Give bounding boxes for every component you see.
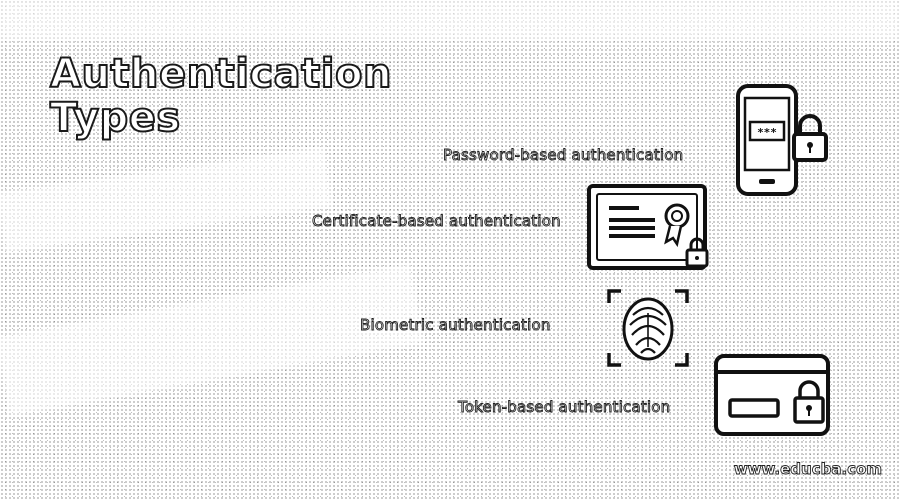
background-band xyxy=(0,0,900,40)
phone-lock-icon: *** xyxy=(736,84,828,196)
certificate-icon xyxy=(587,184,709,270)
slide-canvas: Authentication Types Password-based auth… xyxy=(0,0,900,500)
svg-text:***: *** xyxy=(757,126,777,139)
page-title: Authentication Types xyxy=(49,51,392,141)
password-auth-label: Password-based authentication xyxy=(443,146,684,165)
token-auth-label: Token-based authentication xyxy=(458,398,671,417)
fingerprint-icon xyxy=(607,289,689,367)
website-url: www.educba.com xyxy=(733,460,882,479)
background-band xyxy=(0,264,424,416)
certificate-auth-label: Certificate-based authentication xyxy=(312,212,562,231)
background-band xyxy=(0,147,333,253)
title-line-2: Types xyxy=(49,95,181,141)
biometric-auth-label: Biometric authentication xyxy=(360,316,551,335)
card-lock-icon xyxy=(714,354,830,436)
title-line-1: Authentication xyxy=(49,51,392,97)
